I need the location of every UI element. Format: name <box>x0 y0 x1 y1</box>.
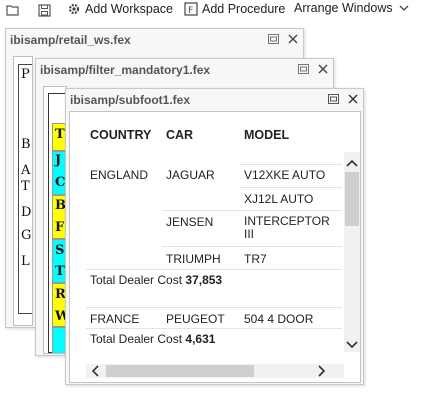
row-divider <box>162 246 342 247</box>
cell: J <box>55 153 62 168</box>
table-cell: PEUGEOT <box>166 312 225 326</box>
row-divider <box>162 210 342 211</box>
cell: T <box>55 264 65 279</box>
scroll-left-icon[interactable] <box>91 365 100 380</box>
cell: F <box>55 220 65 235</box>
table-cell: FRANCE <box>90 312 140 326</box>
report-pane: COUNTRY CAR MODEL ENGLAND JAGUAR V12XKE … <box>69 111 361 383</box>
cell: L <box>21 254 30 269</box>
close-icon[interactable] <box>347 93 359 105</box>
cell: C <box>55 175 66 190</box>
scroll-down-icon[interactable] <box>346 338 358 352</box>
table-cell: XJ12L AUTO <box>244 192 314 206</box>
cell: G <box>21 228 32 243</box>
add-procedure-label: Add Procedure <box>202 2 286 16</box>
window-subfoot1[interactable]: ibisamp/subfoot1.fex COUNTRY CAR MODEL E… <box>65 88 364 385</box>
cell: S <box>55 243 65 258</box>
close-icon[interactable] <box>287 33 299 45</box>
cell: T <box>21 179 30 194</box>
column-header-car: CAR <box>166 128 194 142</box>
cell: B <box>21 137 31 152</box>
window-title[interactable]: ibisamp/subfoot1.fex <box>66 89 363 111</box>
save-icon[interactable] <box>37 3 51 17</box>
cell: T <box>55 127 65 142</box>
table-cell: JENSEN <box>166 215 214 229</box>
table-cell: V12XKE AUTO <box>244 168 326 182</box>
add-workspace-button[interactable]: Add Workspace <box>67 2 173 16</box>
row-divider <box>240 187 342 188</box>
close-icon[interactable] <box>317 63 329 75</box>
maximize-icon[interactable] <box>297 63 309 75</box>
report-pane: T J C B F S T R W <box>43 86 67 354</box>
subfoot-value: 37,853 <box>185 273 223 287</box>
chevron-down-icon <box>397 1 411 15</box>
table-cell: 504 4 DOOR <box>244 312 314 326</box>
folder-open-icon[interactable] <box>6 3 20 17</box>
add-procedure-button[interactable]: F Add Procedure <box>184 2 285 16</box>
table-cell: JAGUAR <box>166 168 215 182</box>
table-cell: TRIUMPH <box>166 252 221 266</box>
subfoot-total: Total Dealer Cost 4,631 <box>90 332 215 346</box>
table-cell: ENGLAND <box>90 168 149 182</box>
row-divider <box>86 307 342 308</box>
row-divider <box>240 164 342 165</box>
maximize-icon[interactable] <box>327 93 339 105</box>
column-header-country: COUNTRY <box>90 128 152 142</box>
arrange-windows-label: Arrange Windows <box>294 1 393 15</box>
cell: A <box>21 163 31 178</box>
table-cell: TR7 <box>244 252 267 266</box>
subfoot-label: Total Dealer Cost <box>90 273 183 287</box>
window-title[interactable]: ibisamp/retail_ws.fex <box>6 29 303 51</box>
top-toolbar: Add Workspace F Add Procedure Arrange Wi… <box>0 0 435 20</box>
maximize-icon[interactable] <box>267 33 279 45</box>
add-workspace-label: Add Workspace <box>85 2 174 16</box>
svg-text:F: F <box>188 6 193 16</box>
vertical-scrollbar-thumb[interactable] <box>345 172 359 226</box>
procedure-icon: F <box>184 2 198 16</box>
window-title[interactable]: ibisamp/filter_mandatory1.fex <box>36 59 333 81</box>
horizontal-scrollbar-thumb[interactable] <box>106 365 254 377</box>
arrange-windows-dropdown[interactable]: Arrange Windows <box>294 1 411 15</box>
table-cell: INTERCEPTOR III <box>244 214 330 241</box>
scroll-up-icon[interactable] <box>346 157 358 171</box>
scroll-right-icon[interactable] <box>317 365 326 380</box>
subfoot-total: Total Dealer Cost 37,853 <box>90 273 222 287</box>
column-header-model: MODEL <box>244 128 290 142</box>
row-divider <box>86 328 342 329</box>
subfoot-value: 4,631 <box>185 332 216 346</box>
row-divider <box>86 269 342 270</box>
subfoot-label: Total Dealer Cost <box>90 332 183 346</box>
cell: D <box>21 205 32 220</box>
report-pane: P B A T D G L <box>13 56 33 326</box>
cell: P <box>21 67 30 82</box>
gear-icon <box>67 2 81 16</box>
